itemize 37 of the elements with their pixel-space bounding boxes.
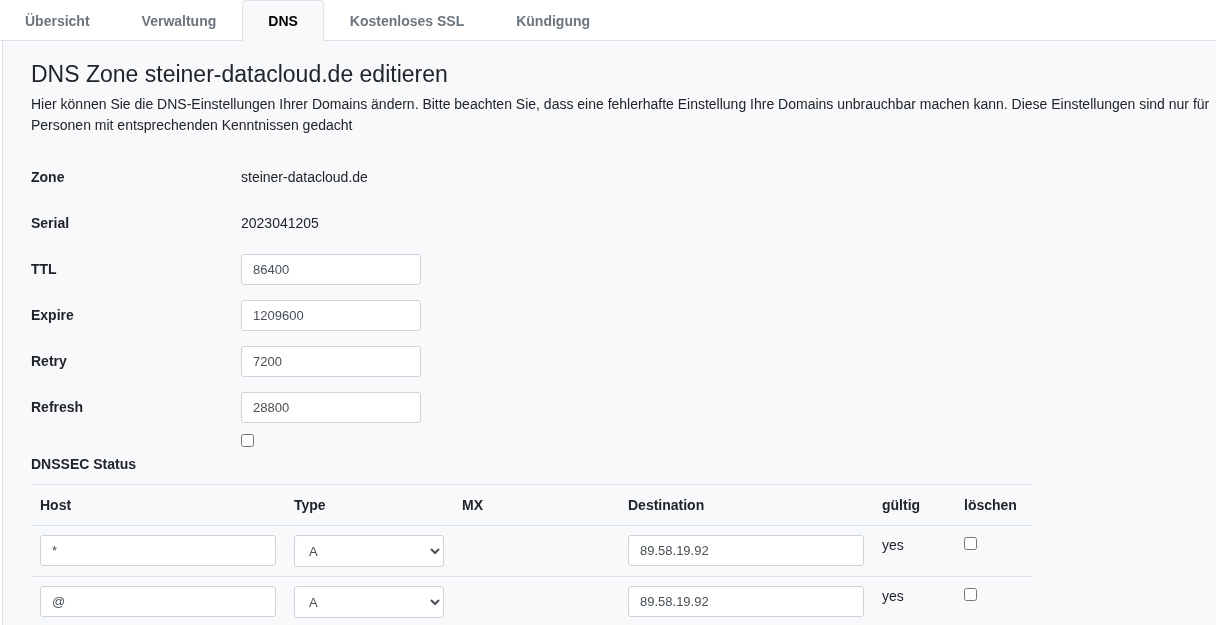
column-header: Type (285, 484, 453, 526)
input-field[interactable]: 7200 (241, 345, 421, 377)
tab[interactable]: Kündigung (490, 0, 617, 42)
delete-checkbox[interactable] (964, 537, 977, 550)
description-text: Hier können Sie die DNS-Einstellungen Ihrer Domains ändern. Bitte beachten Sie, dass eine fehlerhafte Einstellung Ihre Domains unbrauchbar machen kann. Diese Einstellungen sind nur für Personen mit entsprechenden Kenntnissen gedacht (31, 95, 1211, 135)
input-field[interactable]: 86400 (241, 253, 421, 285)
valid-text: yes (882, 537, 904, 553)
column-header: gültig (873, 484, 955, 526)
host-field[interactable]: * (40, 535, 276, 566)
tab[interactable]: DNS (242, 0, 324, 42)
column-header: MX (453, 484, 619, 526)
type-select[interactable]: A (294, 535, 444, 567)
field-label: TTL (31, 261, 58, 277)
host-field[interactable]: @ (40, 586, 276, 617)
column-header: löschen (955, 484, 1032, 526)
type-select[interactable]: A (294, 586, 444, 618)
valid-text: yes (882, 588, 904, 604)
destination-field[interactable]: 89.58.19.92 (628, 586, 864, 617)
field-label: Retry (31, 353, 68, 369)
tab[interactable]: Übersicht (0, 0, 116, 42)
input-field[interactable]: 1209600 (241, 299, 421, 331)
checkbox[interactable] (241, 434, 254, 447)
field-label: Serial (31, 215, 71, 231)
tab[interactable]: Kostenloses SSL (323, 0, 491, 42)
delete-checkbox[interactable] (964, 588, 977, 601)
column-header: Destination (619, 484, 873, 526)
field-label: Zone (31, 169, 66, 185)
field-label: DNSSEC Status (31, 456, 138, 472)
page-title: DNS Zone steiner-datacloud.de editieren (31, 61, 449, 88)
field-label: Refresh (31, 399, 85, 415)
input-field[interactable]: 28800 (241, 391, 421, 423)
field-label: Expire (31, 307, 75, 323)
destination-field[interactable]: 89.58.19.92 (628, 535, 864, 566)
field-value: steiner-datacloud.de (241, 169, 368, 185)
tab[interactable]: Verwaltung (115, 0, 243, 42)
field-value: 2023041205 (241, 215, 319, 231)
column-header: Host (31, 484, 285, 526)
